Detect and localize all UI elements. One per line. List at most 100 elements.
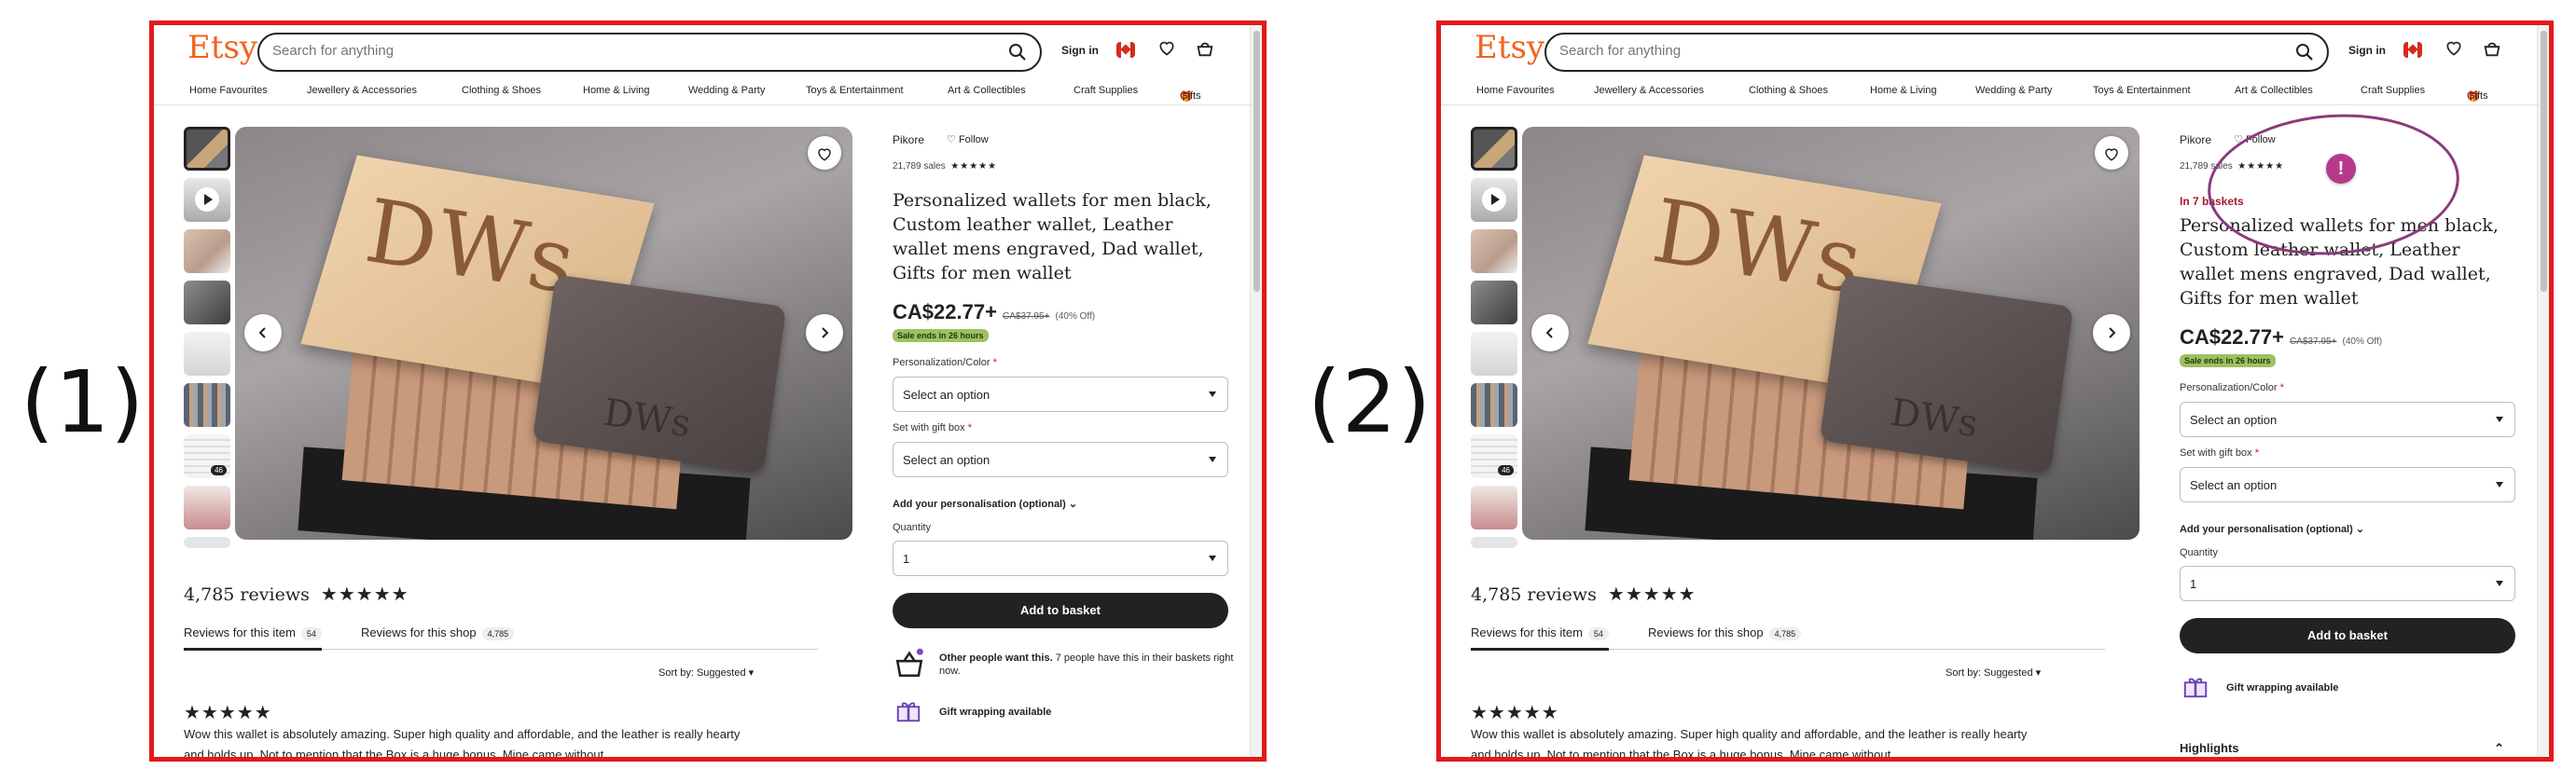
highlights-section-toggle[interactable]: Highlights ⌃ <box>2180 741 2515 755</box>
basket-icon[interactable] <box>1195 38 1215 63</box>
canada-flag-icon[interactable] <box>1116 42 1135 58</box>
thumbnail[interactable] <box>1471 537 1517 548</box>
caret-down-icon: ▾ <box>2035 667 2042 679</box>
quantity-label: Quantity <box>2180 547 2218 558</box>
nav-item[interactable]: Art & Collectibles <box>948 85 1026 96</box>
search-bar[interactable] <box>1544 33 2329 72</box>
option-label-text: Set with gift box <box>893 422 965 433</box>
nav-item[interactable]: Clothing & Shoes <box>462 85 541 96</box>
next-image-button[interactable] <box>2093 314 2130 351</box>
sign-in-link[interactable]: Sign in <box>1061 44 1099 57</box>
next-image-button[interactable] <box>806 314 843 351</box>
sign-in-link[interactable]: Sign in <box>2348 44 2386 57</box>
quantity-select[interactable]: 1 <box>893 541 1228 576</box>
tab-reviews-item[interactable]: Reviews for this item 54 <box>1471 625 1609 651</box>
chevron-down-icon <box>1209 556 1216 561</box>
gift-box-select[interactable]: Select an option <box>2180 467 2515 502</box>
search-input[interactable] <box>272 43 981 59</box>
heart-icon[interactable] <box>2444 38 2463 62</box>
favourite-button[interactable] <box>808 136 841 170</box>
thumbnail[interactable]: 46 <box>1471 434 1517 478</box>
chevron-down-icon <box>1209 457 1216 462</box>
gift-box-select[interactable]: Select an option <box>893 442 1228 477</box>
personalisation-toggle[interactable]: Add your personalisation (optional) ⌄ <box>893 498 1077 510</box>
nav-item[interactable]: Home Favourites <box>1476 85 1555 96</box>
personalisation-toggle[interactable]: Add your personalisation (optional) ⌄ <box>2180 523 2364 535</box>
gift-icon <box>2180 672 2211 705</box>
nav-item[interactable]: Home & Living <box>583 85 650 96</box>
thumbnail-video[interactable] <box>184 178 230 222</box>
sort-dropdown[interactable]: Sort by: Suggested ▾ <box>1946 666 2041 679</box>
count-badge: 4,785 <box>1768 627 1802 640</box>
nav-item[interactable]: Toys & Entertainment <box>2093 85 2191 96</box>
thumbnail[interactable] <box>1471 127 1517 171</box>
thumbnail[interactable] <box>1471 332 1517 376</box>
canada-flag-icon[interactable] <box>2403 42 2422 58</box>
nav-item[interactable]: Jewellery & Accessories <box>307 85 417 96</box>
current-price: CA$22.77+ <box>2180 325 2284 349</box>
personalization-select[interactable]: Select an option <box>2180 402 2515 437</box>
basket-icon[interactable] <box>2482 38 2502 63</box>
option-label: Personalization/Color * <box>893 357 997 368</box>
tab-reviews-shop[interactable]: Reviews for this shop 4,785 <box>1648 625 1802 640</box>
nav-item[interactable]: Craft Supplies <box>1073 85 1138 96</box>
add-to-basket-button[interactable]: Add to basket <box>893 593 1228 628</box>
search-input[interactable] <box>1559 43 2268 59</box>
follow-button[interactable]: ♡ Follow <box>947 133 989 145</box>
personalisation-label: Add your personalisation (optional) <box>893 499 1066 510</box>
personalisation-label: Add your personalisation (optional) <box>2180 524 2353 535</box>
nav-item[interactable]: Art & Collectibles <box>2235 85 2313 96</box>
scrollbar[interactable] <box>2537 25 2549 757</box>
thumbnail-video[interactable] <box>1471 178 1517 222</box>
nav-item[interactable]: Jewellery & Accessories <box>1594 85 1704 96</box>
nav-item[interactable]: Clothing & Shoes <box>1749 85 1828 96</box>
nav-item[interactable]: Craft Supplies <box>2361 85 2425 96</box>
thumbnail[interactable] <box>1471 229 1517 273</box>
tab-label: Reviews for this item <box>184 625 296 639</box>
review-text: Wow this wallet is absolutely amazing. S… <box>184 727 741 762</box>
thumbnail[interactable] <box>184 537 230 548</box>
category-nav: Home Favourites Jewellery & Accessories … <box>154 79 1254 105</box>
reviews-heading: 4,785 reviews ★★★★★ <box>1471 583 1697 605</box>
previous-image-button[interactable] <box>1531 314 1569 351</box>
etsy-logo[interactable]: Etsy <box>187 29 257 66</box>
nav-item[interactable]: Wedding & Party <box>1975 85 2052 96</box>
sort-dropdown[interactable]: Sort by: Suggested ▾ <box>658 666 754 679</box>
tab-reviews-shop[interactable]: Reviews for this shop 4,785 <box>361 625 515 640</box>
personalization-select[interactable]: Select an option <box>893 377 1228 412</box>
search-bar[interactable] <box>257 33 1042 72</box>
sales-count: 21,789 sales <box>893 161 946 172</box>
thumbnail[interactable] <box>184 127 230 171</box>
thumbnail[interactable] <box>184 281 230 324</box>
tab-reviews-item[interactable]: Reviews for this item 54 <box>184 625 322 651</box>
previous-image-button[interactable] <box>244 314 282 351</box>
thumbnail[interactable] <box>184 383 230 427</box>
favourite-button[interactable] <box>2095 136 2128 170</box>
thumbnail[interactable]: 46 <box>184 434 230 478</box>
thumbnail[interactable] <box>1471 281 1517 324</box>
nav-item[interactable]: Home & Living <box>1870 85 1937 96</box>
etsy-logo[interactable]: Etsy <box>1475 29 1544 66</box>
shop-name-link[interactable]: Pikore <box>893 133 924 146</box>
scrollbar[interactable] <box>1250 25 1262 757</box>
heart-icon[interactable] <box>1157 38 1176 62</box>
chevron-down-icon: ⌄ <box>1068 499 1078 510</box>
thumbnail[interactable] <box>184 332 230 376</box>
search-icon[interactable] <box>1008 43 1027 66</box>
shop-rating-stars: ★★★★★ <box>950 161 998 172</box>
sort-label: Sort by: Suggested <box>1946 667 2033 679</box>
nav-item[interactable]: Wedding & Party <box>688 85 765 96</box>
thumbnail[interactable] <box>184 486 230 529</box>
add-to-basket-button[interactable]: Add to basket <box>2180 618 2515 653</box>
search-icon[interactable] <box>2295 43 2314 66</box>
thumbnail[interactable] <box>1471 383 1517 427</box>
main-product-image[interactable]: DWs DWs <box>235 127 852 540</box>
quantity-select[interactable]: 1 <box>2180 566 2515 601</box>
thumbnail[interactable] <box>1471 486 1517 529</box>
thumbnail[interactable] <box>184 229 230 273</box>
nav-item[interactable]: Home Favourites <box>189 85 268 96</box>
nav-item[interactable]: Toys & Entertainment <box>806 85 904 96</box>
main-product-image[interactable]: DWs DWs <box>1522 127 2140 540</box>
option-label: Personalization/Color * <box>2180 382 2284 393</box>
shop-name-link[interactable]: Pikore <box>2180 133 2211 146</box>
